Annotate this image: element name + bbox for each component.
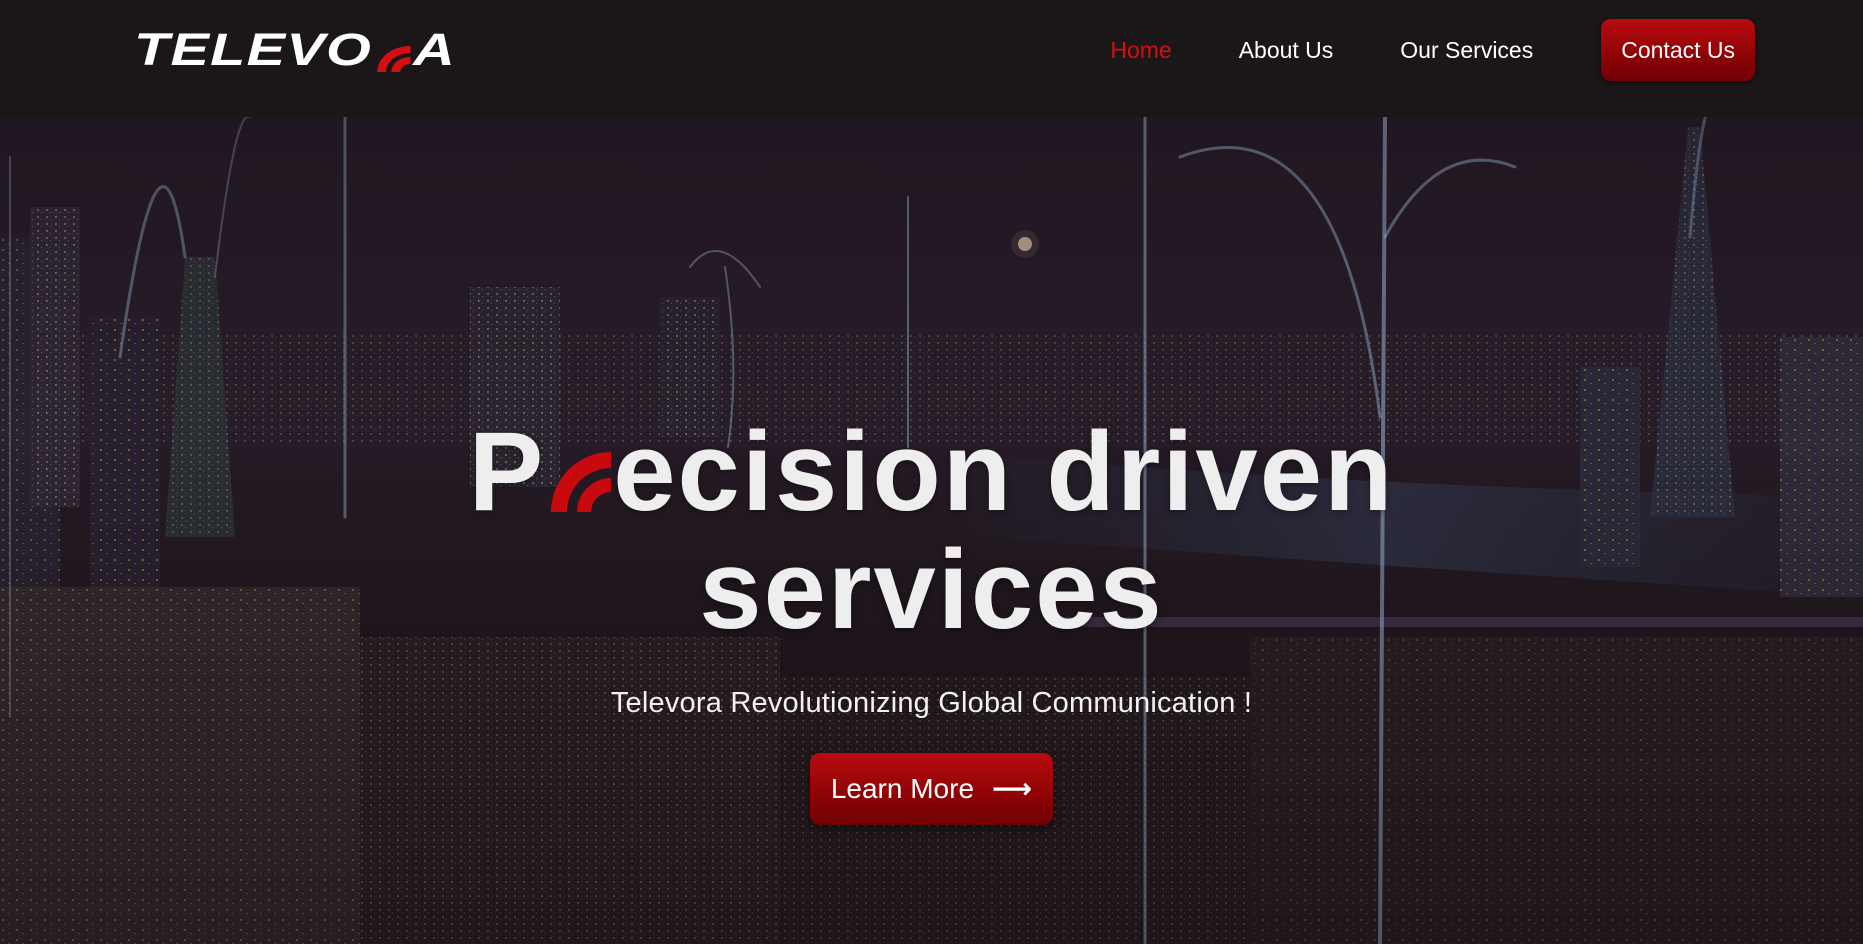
arrow-right-icon: ⟶ (992, 773, 1033, 804)
nav-about-us[interactable]: About Us (1239, 37, 1334, 64)
hero-content: Pecision driven services Televora Revolu… (0, 117, 1863, 944)
nav-our-services[interactable]: Our Services (1400, 37, 1533, 64)
hero-title-end: ecision driven (613, 409, 1395, 534)
televora-logo[interactable]: TELEVO A (134, 24, 456, 75)
learn-more-label: Learn More (830, 773, 975, 804)
main-nav: Home About Us Our Services Contact Us (1043, 19, 1755, 81)
signal-icon (373, 33, 411, 72)
hero-subtitle: Televora Revolutionizing Global Communic… (610, 687, 1253, 719)
hero-title-start: P (468, 409, 546, 534)
logo-text-start: TELEVO (134, 24, 373, 75)
learn-more-button[interactable]: Learn More ⟶ (810, 753, 1053, 825)
logo-text-end: A (413, 24, 456, 75)
hero-title-line-2: services (699, 527, 1164, 652)
hero-title-line-1: Pecision driven (382, 413, 1482, 531)
navbar: TELEVO A Home About Us Our Services Cont… (0, 0, 1863, 117)
contact-us-button[interactable]: Contact Us (1601, 19, 1755, 81)
signal-icon (547, 417, 615, 512)
hero-section: Pecision driven services Televora Revolu… (0, 117, 1863, 944)
hero-title: Pecision driven services (382, 413, 1482, 649)
nav-home[interactable]: Home (1110, 37, 1171, 64)
